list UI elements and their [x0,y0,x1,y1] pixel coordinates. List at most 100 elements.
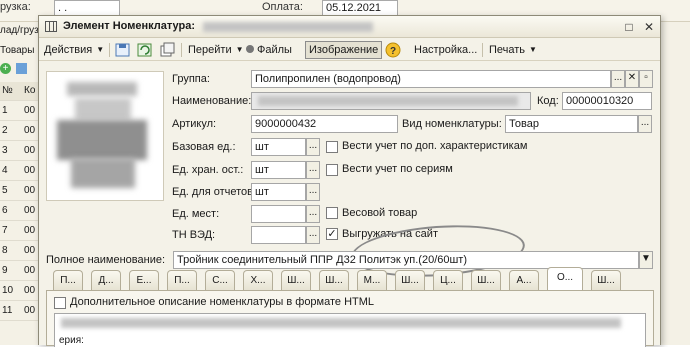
close-icon[interactable]: ✕ [642,20,656,34]
bg-row-number: 2 [2,125,8,136]
base-unit-select-button[interactable]: ... [306,138,320,156]
kind-field[interactable]: Товар [505,115,638,133]
files-button[interactable]: Файлы [243,41,295,59]
name-label: Наименование: [172,95,252,107]
storage-unit-field[interactable]: шт [251,161,306,179]
background-right-edge [661,22,690,345]
copy-icon[interactable] [159,42,175,58]
tab-4[interactable]: П... [167,270,197,290]
storage-unit-select-button[interactable]: ... [306,161,320,179]
base-unit-field[interactable]: шт [251,138,306,156]
full-name-dropdown[interactable]: ▼ [639,251,653,269]
bg-row-code: 00 [24,265,36,276]
characteristics-label: Вести учет по доп. характеристикам [342,140,528,152]
tab-2[interactable]: Д... [91,270,121,290]
upload-checkbox[interactable]: ✓ [326,228,338,240]
maximize-icon[interactable]: □ [622,20,636,34]
name-redacted [258,96,518,106]
bg-table-row[interactable]: 1 00 [0,102,40,121]
bg-col-code: Ко [24,85,36,96]
name-field[interactable] [251,92,531,110]
tab-8[interactable]: Ш... [319,270,349,290]
title-redacted [203,22,373,32]
places-unit-field[interactable] [251,205,306,223]
kind-select-button[interactable]: ... [638,115,652,133]
dialog-titlebar[interactable]: Элемент Номенклатура: □ ✕ [39,16,660,38]
tab-9[interactable]: М... [357,270,387,290]
report-unit-select-button[interactable]: ... [306,183,320,201]
add-row-icon[interactable]: + [0,63,11,74]
tab-1[interactable]: П... [53,270,83,290]
bg-table-row[interactable]: 11 00 [0,302,40,321]
chevron-down-icon: ▼ [529,45,537,54]
bg-table-row[interactable]: 9 00 [0,262,40,281]
group-field[interactable]: Полипропилен (водопровод) [251,70,611,88]
group-select-button[interactable]: ... [611,70,625,88]
tab-12[interactable]: Ш... [471,270,501,290]
series-checkbox[interactable] [326,164,338,176]
bg-row-code: 00 [24,105,36,116]
bg-row-code: 00 [24,285,36,296]
settings-button[interactable]: Настройка... [411,41,480,59]
toolbar-separator [181,43,182,57]
group-open-button[interactable]: ▫ [639,70,653,88]
tab-14[interactable]: О... [547,267,583,291]
tab-3[interactable]: Е... [129,270,159,290]
refresh-icon[interactable] [137,42,153,58]
bg-col-number: № [2,85,13,96]
bg-row-number: 9 [2,265,8,276]
report-unit-field[interactable]: шт [251,183,306,201]
tab-15[interactable]: Ш... [591,270,621,290]
tab-10[interactable]: Ш... [395,270,425,290]
bg-table-row[interactable]: 8 00 [0,242,40,261]
bg-row-code: 00 [24,225,36,236]
bg-row-code: 00 [24,165,36,176]
bg-table-row[interactable]: 3 00 [0,142,40,161]
chevron-down-icon: ▼ [96,45,105,54]
bg-row-code: 00 [24,185,36,196]
tab-7[interactable]: Ш... [281,270,311,290]
weight-label: Весовой товар [342,207,418,219]
bg-row-number: 1 [2,105,8,116]
bg-table-row[interactable]: 2 00 [0,122,40,141]
html-description-area[interactable]: ерия: [54,313,646,347]
actions-menu[interactable]: Действия ▼ [41,41,107,59]
tab-13[interactable]: А... [509,270,539,290]
image-button[interactable]: Изображение [305,41,383,59]
group-clear-button[interactable]: ✕ [625,70,639,88]
places-unit-select-button[interactable]: ... [306,205,320,223]
background-list: лад/груз Товары + № Ко 1 00 2 00 3 00 4 00 5 00 6 00… [0,22,40,345]
toolbar: Действия ▼ Перейти ▼ Файлы Изображение ? Н… [39,39,660,61]
group-label: Группа: [172,73,210,85]
html-description-checkbox[interactable] [54,297,66,309]
bg-table-row[interactable]: 6 00 [0,202,40,221]
tab-5[interactable]: С... [205,270,235,290]
weight-checkbox[interactable] [326,207,338,219]
help-icon[interactable]: ? [385,42,401,58]
help-glyph: ? [390,46,396,57]
bg-field2-input[interactable]: 05.12.2021 [322,0,398,16]
bg-row-number: 11 [2,305,13,316]
tab-6[interactable]: Х... [243,270,273,290]
bg-row-code: 00 [24,125,36,136]
bg-row-number: 5 [2,185,8,196]
go-menu[interactable]: Перейти ▼ [185,41,247,59]
article-field[interactable]: 9000000432 [251,115,398,133]
code-field[interactable]: 00000010320 [562,92,652,110]
bg-table-row[interactable]: 10 00 [0,282,40,301]
tnved-field[interactable] [251,226,306,244]
tab-11[interactable]: Ц... [433,270,463,290]
bg-tab-goods[interactable]: Товары [0,45,34,56]
edit-row-icon[interactable] [16,63,27,74]
bg-table-row[interactable]: 7 00 [0,222,40,241]
bg-row-code: 00 [24,205,36,216]
save-icon[interactable] [115,42,131,58]
characteristics-checkbox[interactable] [326,141,338,153]
tnved-select-button[interactable]: ... [306,226,320,244]
go-label: Перейти [188,44,232,56]
bg-field1-input[interactable]: . . [54,0,120,16]
product-image[interactable] [46,71,164,201]
bg-table-row[interactable]: 5 00 [0,182,40,201]
bg-table-row[interactable]: 4 00 [0,162,40,181]
print-menu[interactable]: Печать ▼ [486,41,540,59]
